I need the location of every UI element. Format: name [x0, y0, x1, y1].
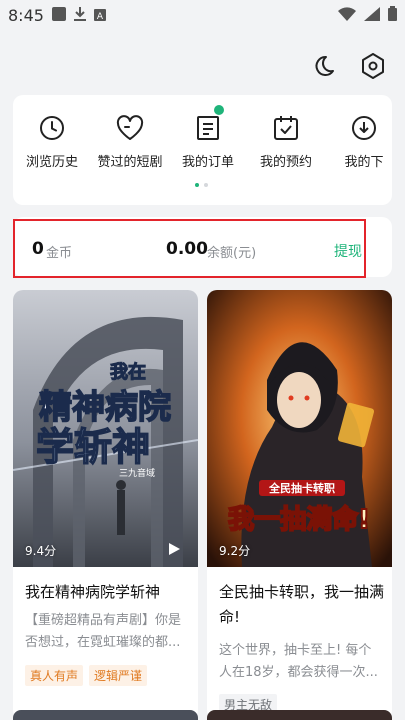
status-bar: 8:45 A [0, 0, 405, 30]
drama-description: 这个世界，抽卡至上! 每个人在18岁，都会获得一次... [219, 643, 378, 680]
download-icon [349, 113, 379, 143]
page-indicator [195, 183, 208, 187]
drama-poster[interactable]: 我在 精神病院 学斩神 三九音域 [13, 290, 198, 567]
quick-item-reservations[interactable]: 我的预约 [247, 113, 325, 170]
quick-item-label: 赞过的短剧 [97, 155, 163, 170]
quick-item-label: 我的下 [344, 155, 384, 170]
night-mode-button[interactable] [306, 50, 342, 86]
quick-item-liked[interactable]: 赞过的短剧 [91, 113, 169, 170]
drama-description: 【重磅超精品有声剧】你是否想过，在霓虹璀璨的都... [25, 613, 182, 650]
calendar-check-icon [271, 113, 301, 143]
quick-menu-row: 浏览历史 赞过的短剧 我的订单 我的预约 我的下 [13, 105, 392, 170]
wifi-icon [338, 6, 356, 25]
drama-tag: 逻辑严谨 [89, 665, 148, 686]
app-a-icon: A [93, 6, 106, 25]
quick-item-history[interactable]: 浏览历史 [13, 113, 91, 170]
settings-button[interactable] [355, 50, 391, 86]
next-drama-card-peek[interactable] [207, 710, 392, 720]
poster-title-line2: 学斩神 [36, 425, 150, 469]
top-bar [0, 50, 405, 86]
quick-item-downloads[interactable]: 我的下 [325, 113, 392, 170]
drama-tags: 真人有声 逻辑严谨 [25, 665, 148, 686]
settings-hexagon-icon [361, 53, 385, 83]
next-drama-card-peek[interactable] [13, 710, 198, 720]
heart-icon [115, 113, 145, 143]
quick-menu-card: 浏览历史 赞过的短剧 我的订单 我的预约 我的下 [13, 95, 392, 205]
drama-rating: 9.4分 [25, 544, 57, 558]
signal-icon [364, 6, 380, 25]
play-icon[interactable] [168, 540, 180, 559]
page-dot [204, 183, 208, 187]
poster-title-small: 全民抽卡转职 [268, 481, 335, 495]
drama-title: 我在精神病院学斩神 [25, 583, 161, 601]
quick-item-label: 浏览历史 [25, 155, 78, 170]
drama-tag: 真人有声 [25, 665, 84, 686]
poster-credit: 三九音域 [119, 467, 155, 479]
notification-app-icon [51, 6, 66, 25]
poster-title-main: 我一抽满命! [228, 504, 370, 535]
download-status-icon [73, 6, 86, 25]
drama-rating: 9.2分 [219, 544, 251, 558]
status-time: 8:45 [8, 5, 44, 25]
battery-icon [388, 5, 397, 25]
drama-card[interactable]: 我在 精神病院 学斩神 三九音域 9.4分 我在精神病院学斩神 【重磅超精品有声… [13, 290, 198, 720]
quick-item-label: 我的预约 [259, 155, 312, 170]
moon-icon [312, 54, 336, 82]
drama-card[interactable]: 全民抽卡转职 我一抽满命! 9.2分 全民抽卡转职，我一抽满命! 这个世界，抽卡… [207, 290, 392, 720]
svg-text:A: A [97, 12, 104, 21]
quick-item-label: 我的订单 [181, 155, 234, 170]
order-icon [193, 113, 223, 143]
poster-title-small: 我在 [110, 361, 146, 383]
drama-title: 全民抽卡转职，我一抽满命! [219, 583, 385, 626]
clock-icon [37, 113, 67, 143]
poster-title-line1: 精神病院 [39, 387, 171, 426]
page-dot-active [195, 183, 199, 187]
drama-poster[interactable]: 全民抽卡转职 我一抽满命! [207, 290, 392, 567]
highlight-box [13, 219, 366, 278]
new-badge [214, 105, 224, 115]
quick-item-orders[interactable]: 我的订单 [169, 105, 247, 170]
